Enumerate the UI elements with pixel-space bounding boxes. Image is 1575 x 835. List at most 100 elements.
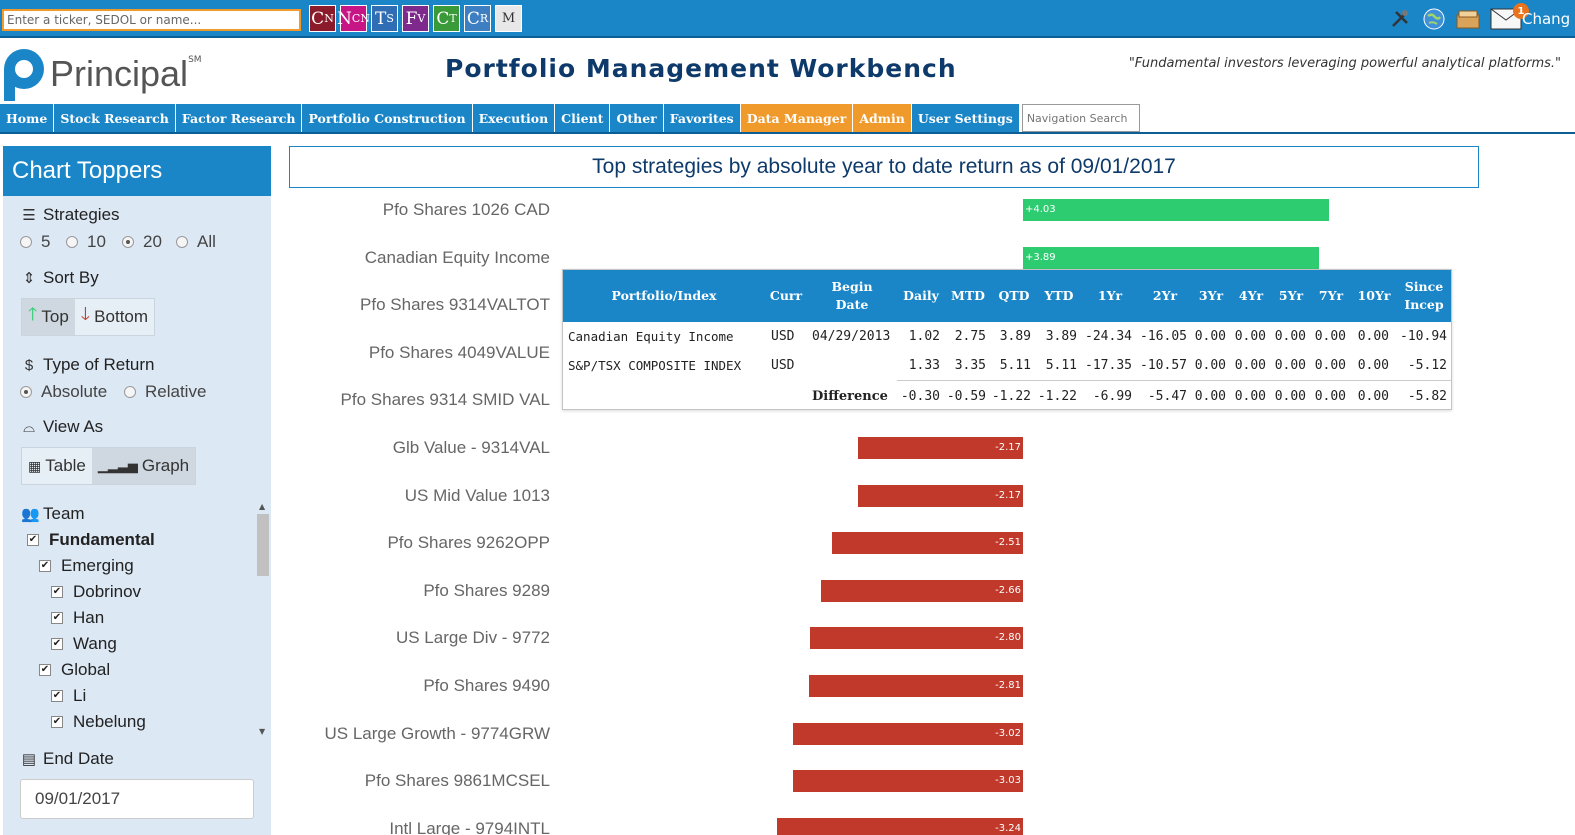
nav-item-user-settings[interactable]: User Settings bbox=[911, 104, 1020, 132]
nav-item-client[interactable]: Client bbox=[555, 104, 611, 132]
checkbox-checked-icon[interactable]: ✔ bbox=[51, 716, 63, 728]
checkbox-checked-icon[interactable]: ✔ bbox=[27, 534, 39, 546]
sort-top-button[interactable]: 🡑 Top bbox=[22, 299, 75, 335]
team-item-dobrinov[interactable]: ✔ Dobrinov bbox=[51, 582, 141, 602]
bar-value-label: +3.89 bbox=[1025, 251, 1056, 263]
table-header-0[interactable]: Portfolio/Index bbox=[612, 287, 717, 305]
table-header-4[interactable]: MTD bbox=[951, 287, 985, 305]
bar[interactable]: -3.02 bbox=[793, 722, 1023, 745]
app-launcher-5[interactable]: CR bbox=[464, 5, 491, 32]
team-item-nebelung[interactable]: ✔ Nebelung bbox=[51, 712, 146, 732]
table-header-8[interactable]: 2Yr bbox=[1153, 287, 1177, 305]
app-launcher-3[interactable]: FV bbox=[402, 5, 429, 32]
category-label: Pfo Shares 9314 SMID VAL bbox=[340, 390, 550, 410]
checkbox-checked-icon[interactable]: ✔ bbox=[51, 638, 63, 650]
calendar-icon: ▤ bbox=[21, 751, 37, 768]
checkbox-checked-icon[interactable]: ✔ bbox=[51, 690, 63, 702]
principal-logo[interactable]: Principal SM bbox=[0, 45, 202, 103]
app-launcher-2[interactable]: TS bbox=[371, 5, 398, 32]
nav-item-other[interactable]: Other bbox=[610, 104, 664, 132]
table-header-14[interactable]: Since Incep bbox=[1395, 278, 1453, 314]
return-option-relative[interactable]: Relative bbox=[124, 382, 206, 402]
view-graph-button[interactable]: ▁▂▃▅ Graph bbox=[91, 448, 196, 484]
globe-icon[interactable] bbox=[1421, 6, 1447, 32]
view-as-label: View As bbox=[43, 417, 104, 436]
team-item-wang[interactable]: ✔ Wang bbox=[51, 634, 117, 654]
scroll-down-icon[interactable]: ▼ bbox=[259, 727, 265, 736]
table-header-6[interactable]: YTD bbox=[1044, 287, 1073, 305]
table-header-13[interactable]: 10Yr bbox=[1358, 287, 1391, 305]
table-header-5[interactable]: QTD bbox=[998, 287, 1029, 305]
nav-item-favorites[interactable]: Favorites bbox=[663, 104, 741, 132]
bar-value-label: -2.66 bbox=[995, 584, 1021, 596]
inbox-icon[interactable] bbox=[1455, 6, 1481, 32]
scroll-up-icon[interactable]: ▲ bbox=[259, 502, 265, 511]
table-header-10[interactable]: 4Yr bbox=[1239, 287, 1263, 305]
nav-item-execution[interactable]: Execution bbox=[472, 104, 556, 132]
team-scrollbar[interactable]: ▲ ▼ bbox=[256, 502, 270, 738]
table-header-1[interactable]: Curr bbox=[770, 287, 802, 305]
nav-item-data-manager[interactable]: Data Manager bbox=[740, 104, 854, 132]
app-launcher-6[interactable]: M bbox=[495, 5, 522, 32]
team-item-label: Fundamental bbox=[49, 530, 155, 549]
table-header-2[interactable]: Begin Date bbox=[823, 278, 881, 314]
team-tree: 👥 Team ✔ Fundamental ✔ Emerging ✔ Dobrinov ✔ Ha… bbox=[21, 502, 271, 738]
table-cell: 0.00 bbox=[1194, 389, 1226, 404]
table-header-7[interactable]: 1Yr bbox=[1098, 287, 1122, 305]
bar[interactable]: -2.51 bbox=[832, 532, 1023, 555]
dollar-icon: $ bbox=[24, 356, 34, 374]
table-cell: Canadian Equity Income bbox=[568, 329, 734, 344]
strategies-option-all[interactable]: All bbox=[176, 232, 216, 252]
bar[interactable]: -2.66 bbox=[820, 579, 1023, 602]
header: Principal SM Portfolio Management Workbe… bbox=[0, 40, 1575, 104]
team-item-li[interactable]: ✔ Li bbox=[51, 686, 86, 706]
app-launcher-4[interactable]: CT bbox=[433, 5, 460, 32]
table-header-11[interactable]: 5Yr bbox=[1279, 287, 1303, 305]
bar[interactable]: -2.17 bbox=[858, 437, 1023, 459]
checkbox-checked-icon[interactable]: ✔ bbox=[51, 612, 63, 624]
strategies-option-20[interactable]: 20 bbox=[122, 232, 162, 252]
bar[interactable]: -2.80 bbox=[810, 627, 1023, 650]
team-item-global[interactable]: ✔ Global bbox=[39, 660, 110, 680]
team-item-emerging[interactable]: ✔ Emerging bbox=[39, 556, 134, 576]
ticker-search-input[interactable] bbox=[2, 9, 301, 31]
bar[interactable]: +4.03 bbox=[1023, 199, 1330, 221]
navigation-search-input[interactable] bbox=[1021, 104, 1140, 132]
bar[interactable]: -3.24 bbox=[776, 817, 1023, 835]
bar[interactable]: -3.03 bbox=[792, 770, 1023, 793]
table-header-9[interactable]: 3Yr bbox=[1199, 287, 1223, 305]
strategies-option-5[interactable]: 5 bbox=[20, 232, 50, 252]
scroll-thumb[interactable] bbox=[257, 514, 269, 576]
bar[interactable]: -2.17 bbox=[858, 484, 1023, 507]
logo-mark-icon bbox=[4, 49, 44, 101]
view-table-button[interactable]: ▦ Table bbox=[22, 448, 92, 484]
mail-icon[interactable]: 1 bbox=[1489, 3, 1529, 32]
view-graph-label: Graph bbox=[141, 456, 190, 475]
table-header-12[interactable]: 7Yr bbox=[1319, 287, 1343, 305]
team-item-fundamental[interactable]: ✔ Fundamental bbox=[27, 530, 155, 550]
nav-item-portfolio-construction[interactable]: Portfolio Construction bbox=[302, 104, 473, 132]
table-header-3[interactable]: Daily bbox=[903, 287, 939, 305]
app-launcher-0[interactable]: CN bbox=[309, 5, 336, 32]
bar[interactable]: -2.81 bbox=[809, 675, 1023, 697]
bar-value-label: -2.17 bbox=[995, 489, 1021, 501]
tools-icon[interactable] bbox=[1387, 6, 1413, 32]
team-item-han[interactable]: ✔ Han bbox=[51, 608, 104, 628]
bar[interactable]: +3.89 bbox=[1023, 246, 1319, 269]
checkbox-checked-icon[interactable]: ✔ bbox=[39, 664, 51, 676]
sort-bottom-button[interactable]: 🡓 Bottom bbox=[74, 299, 155, 335]
checkbox-checked-icon[interactable]: ✔ bbox=[39, 560, 51, 572]
nav-item-stock-research[interactable]: Stock Research bbox=[54, 104, 176, 132]
nav-item-admin[interactable]: Admin bbox=[853, 104, 912, 132]
strategies-option-10[interactable]: 10 bbox=[66, 232, 106, 252]
checkbox-checked-icon[interactable]: ✔ bbox=[51, 586, 63, 598]
app-launcher-1[interactable]: N CN bbox=[337, 5, 370, 32]
user-name[interactable]: Chang bbox=[1522, 10, 1570, 28]
end-date-input[interactable]: 09/01/2017 bbox=[20, 779, 254, 819]
return-option-absolute[interactable]: Absolute bbox=[20, 382, 107, 402]
radio-icon bbox=[20, 236, 32, 248]
category-label: Pfo Shares 9490 bbox=[423, 676, 550, 695]
nav-item-factor-research[interactable]: Factor Research bbox=[175, 104, 303, 132]
nav-item-home[interactable]: Home bbox=[0, 104, 55, 132]
table-cell: 04/29/2013 bbox=[812, 329, 891, 344]
